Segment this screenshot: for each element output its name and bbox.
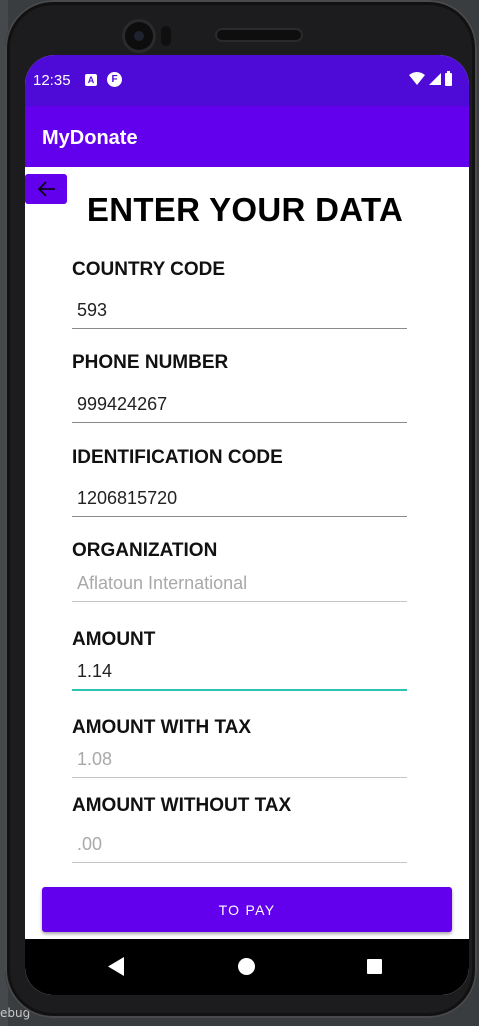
amount-without-tax-label: AMOUNT WITHOUT TAX [72, 795, 292, 816]
country-code-input[interactable]: 593 [72, 298, 407, 329]
identification-code-value: 1206815720 [77, 488, 178, 508]
phone-speaker [217, 30, 301, 40]
country-code-label: COUNTRY CODE [72, 259, 226, 280]
status-time: 12:35 [33, 72, 71, 89]
system-nav-bar [25, 939, 469, 995]
nav-recent-icon[interactable] [367, 959, 382, 974]
amount-without-tax-value: .00 [77, 834, 103, 854]
wifi-icon [409, 72, 425, 85]
amount-input[interactable]: 1.14 [72, 659, 407, 691]
amount-label: AMOUNT [72, 629, 156, 650]
status-icons [409, 71, 461, 87]
phone-number-value: 999424267 [77, 394, 168, 414]
amount-value: 1.14 [77, 661, 113, 681]
app-bar: MyDonate [25, 106, 469, 167]
phone-number-input[interactable]: 999424267 [72, 392, 407, 423]
status-bar: 12:35 A F [25, 55, 469, 106]
form-content: ENTER YOUR DATA COUNTRY CODE 593 PHONE N… [25, 167, 469, 995]
amount-with-tax-label: AMOUNT WITH TAX [72, 717, 252, 738]
country-code-value: 593 [77, 300, 108, 320]
to-pay-button[interactable]: TO PAY [42, 887, 452, 932]
organization-label: ORGANIZATION [72, 540, 218, 561]
phone-number-label: PHONE NUMBER [72, 352, 229, 373]
battery-icon [445, 71, 452, 86]
app-title: MyDonate [42, 127, 138, 149]
nav-home-icon[interactable] [238, 958, 255, 975]
proximity-sensor [161, 26, 171, 46]
notification-a-icon: A [85, 74, 97, 86]
device-screen: 12:35 A F MyDonate ENTER YOUR DATA COUNT… [25, 55, 469, 995]
organization-value: Aflatoun International [77, 573, 248, 593]
notification-f-icon: F [107, 72, 122, 87]
cell-signal-icon [429, 73, 441, 85]
amount-with-tax-input[interactable]: 1.08 [72, 747, 407, 778]
phone-frame: 12:35 A F MyDonate ENTER YOUR DATA COUNT… [5, 0, 477, 1018]
amount-without-tax-input[interactable]: .00 [72, 832, 407, 863]
identification-code-input[interactable]: 1206815720 [72, 486, 407, 517]
page-heading: ENTER YOUR DATA [86, 191, 404, 228]
front-camera [125, 22, 153, 50]
organization-input[interactable]: Aflatoun International [72, 571, 407, 602]
amount-with-tax-value: 1.08 [77, 749, 113, 769]
nav-back-icon[interactable] [108, 957, 125, 976]
identification-code-label: IDENTIFICATION CODE [72, 447, 283, 468]
